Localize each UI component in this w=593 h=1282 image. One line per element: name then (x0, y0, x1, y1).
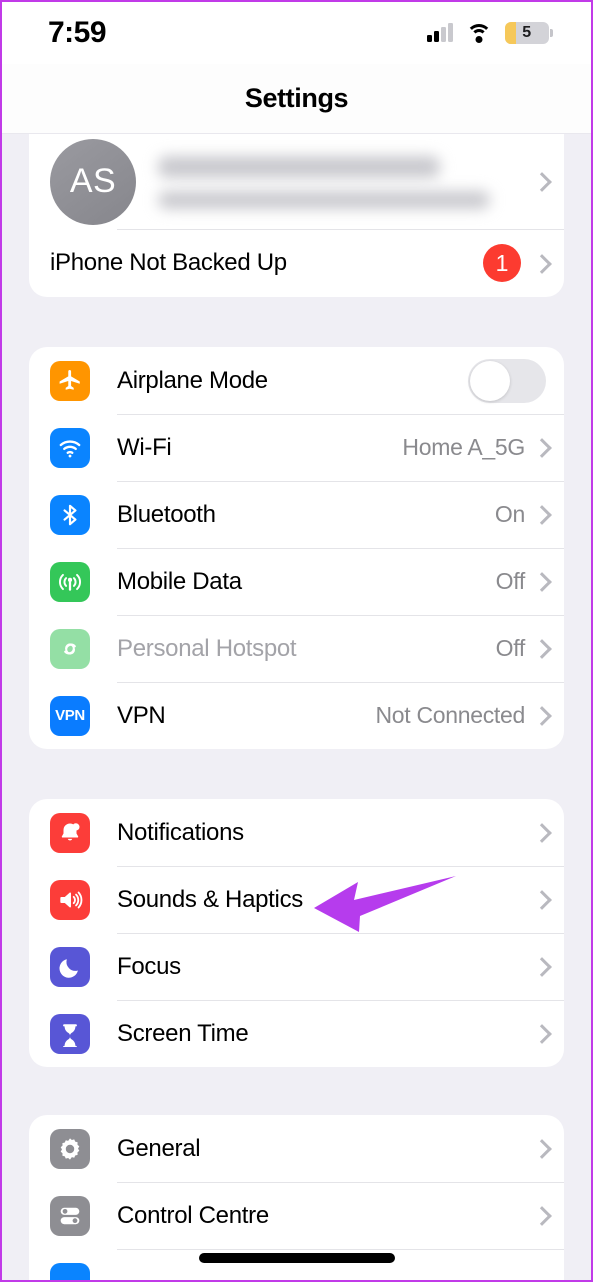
settings-row-bluetooth[interactable]: Bluetooth On (29, 481, 564, 548)
chevron-right-icon (535, 172, 546, 191)
cellular-signal-icon (427, 23, 453, 42)
settings-row-personal-hotspot[interactable]: Personal Hotspot Off (29, 615, 564, 682)
battery-icon: 5 (504, 22, 553, 44)
moon-icon (50, 946, 90, 987)
settings-row-wifi[interactable]: Wi-Fi Home A_5G (29, 414, 564, 481)
chevron-right-icon (535, 1206, 546, 1225)
settings-row-label: Control Centre (117, 1201, 269, 1229)
settings-row-label: Wi-Fi (117, 433, 172, 461)
chevron-right-icon (535, 254, 546, 273)
settings-row-label: Focus (117, 952, 181, 980)
alerts-card: Notifications Sounds & Haptics Focus Scr… (29, 799, 564, 1067)
chevron-right-icon (535, 572, 546, 591)
chevron-right-icon (535, 639, 546, 658)
status-bar: 7:59 5 (2, 2, 591, 64)
airplane-mode-toggle[interactable] (468, 358, 546, 403)
settings-row-screen-time[interactable]: Screen Time (29, 1000, 564, 1067)
status-bar-time: 7:59 (48, 16, 107, 49)
settings-row-control-centre[interactable]: Control Centre (29, 1182, 564, 1249)
icloud-backup-label: iPhone Not Backed Up (50, 249, 287, 276)
gear-icon (50, 1128, 90, 1169)
sliders-icon (50, 1195, 90, 1236)
chevron-right-icon (535, 1024, 546, 1043)
settings-row-value: On (494, 501, 525, 527)
settings-row-notifications[interactable]: Notifications (29, 799, 564, 866)
settings-row-label: Personal Hotspot (117, 634, 297, 662)
chevron-right-icon (535, 890, 546, 909)
cellular-icon (50, 561, 90, 602)
settings-row-value: Off (495, 635, 526, 661)
settings-row-value: Off (495, 568, 526, 594)
speaker-icon (50, 879, 90, 920)
navigation-bar: Settings (2, 64, 591, 134)
account-name-blurred (158, 154, 519, 209)
bluetooth-icon (50, 494, 90, 535)
settings-scroll-view[interactable]: AS iPhone Not Backed Up 1 Airplane Mode (2, 134, 591, 1280)
apple-id-row[interactable]: AS (29, 134, 564, 229)
hourglass-icon (50, 1013, 90, 1054)
settings-row-general[interactable]: General (29, 1115, 564, 1182)
settings-row-label: Notifications (117, 818, 244, 846)
wifi-icon (465, 23, 492, 43)
vpn-icon: VPN (50, 695, 90, 736)
bell-icon (50, 812, 90, 853)
settings-row-label: General (117, 1134, 201, 1162)
home-indicator (198, 1253, 395, 1263)
iphone-settings-screen: 7:59 5 Settings AS iPhone Not Backed Up … (0, 0, 593, 1282)
status-bar-indicators: 5 (427, 22, 553, 44)
settings-row-airplane-mode[interactable]: Airplane Mode (29, 347, 564, 414)
connectivity-card: Airplane Mode Wi-Fi Home A_5G Bluetooth … (29, 347, 564, 749)
settings-row-value: Not Connected (375, 702, 525, 728)
chevron-right-icon (535, 823, 546, 842)
settings-row-mobile-data[interactable]: Mobile Data Off (29, 548, 564, 615)
chevron-right-icon (535, 1139, 546, 1158)
icloud-backup-row[interactable]: iPhone Not Backed Up 1 (29, 229, 564, 297)
chevron-right-icon (535, 957, 546, 976)
settings-row-sounds-haptics[interactable]: Sounds & Haptics (29, 866, 564, 933)
avatar: AS (50, 138, 136, 225)
settings-row-value: Home A_5G (402, 434, 525, 460)
status-badge: 1 (483, 244, 521, 282)
settings-row-label: Bluetooth (117, 500, 216, 528)
settings-row-label: Sounds & Haptics (117, 885, 303, 913)
airplane-icon (50, 360, 90, 401)
account-card: AS iPhone Not Backed Up 1 (29, 134, 564, 297)
settings-row-vpn[interactable]: VPN VPN Not Connected (29, 682, 564, 749)
settings-row-focus[interactable]: Focus (29, 933, 564, 1000)
display-brightness-icon (50, 1262, 90, 1280)
wifi-icon (50, 427, 90, 468)
chevron-right-icon (535, 505, 546, 524)
settings-row-label: Mobile Data (117, 567, 242, 595)
chevron-right-icon (535, 706, 546, 725)
settings-row-label: Screen Time (117, 1019, 249, 1047)
settings-row-label: VPN (117, 701, 166, 729)
hotspot-icon (50, 628, 90, 669)
chevron-right-icon (535, 438, 546, 457)
battery-percent: 5 (522, 24, 531, 41)
settings-row-label: Airplane Mode (117, 366, 268, 394)
page-title: Settings (244, 83, 349, 113)
